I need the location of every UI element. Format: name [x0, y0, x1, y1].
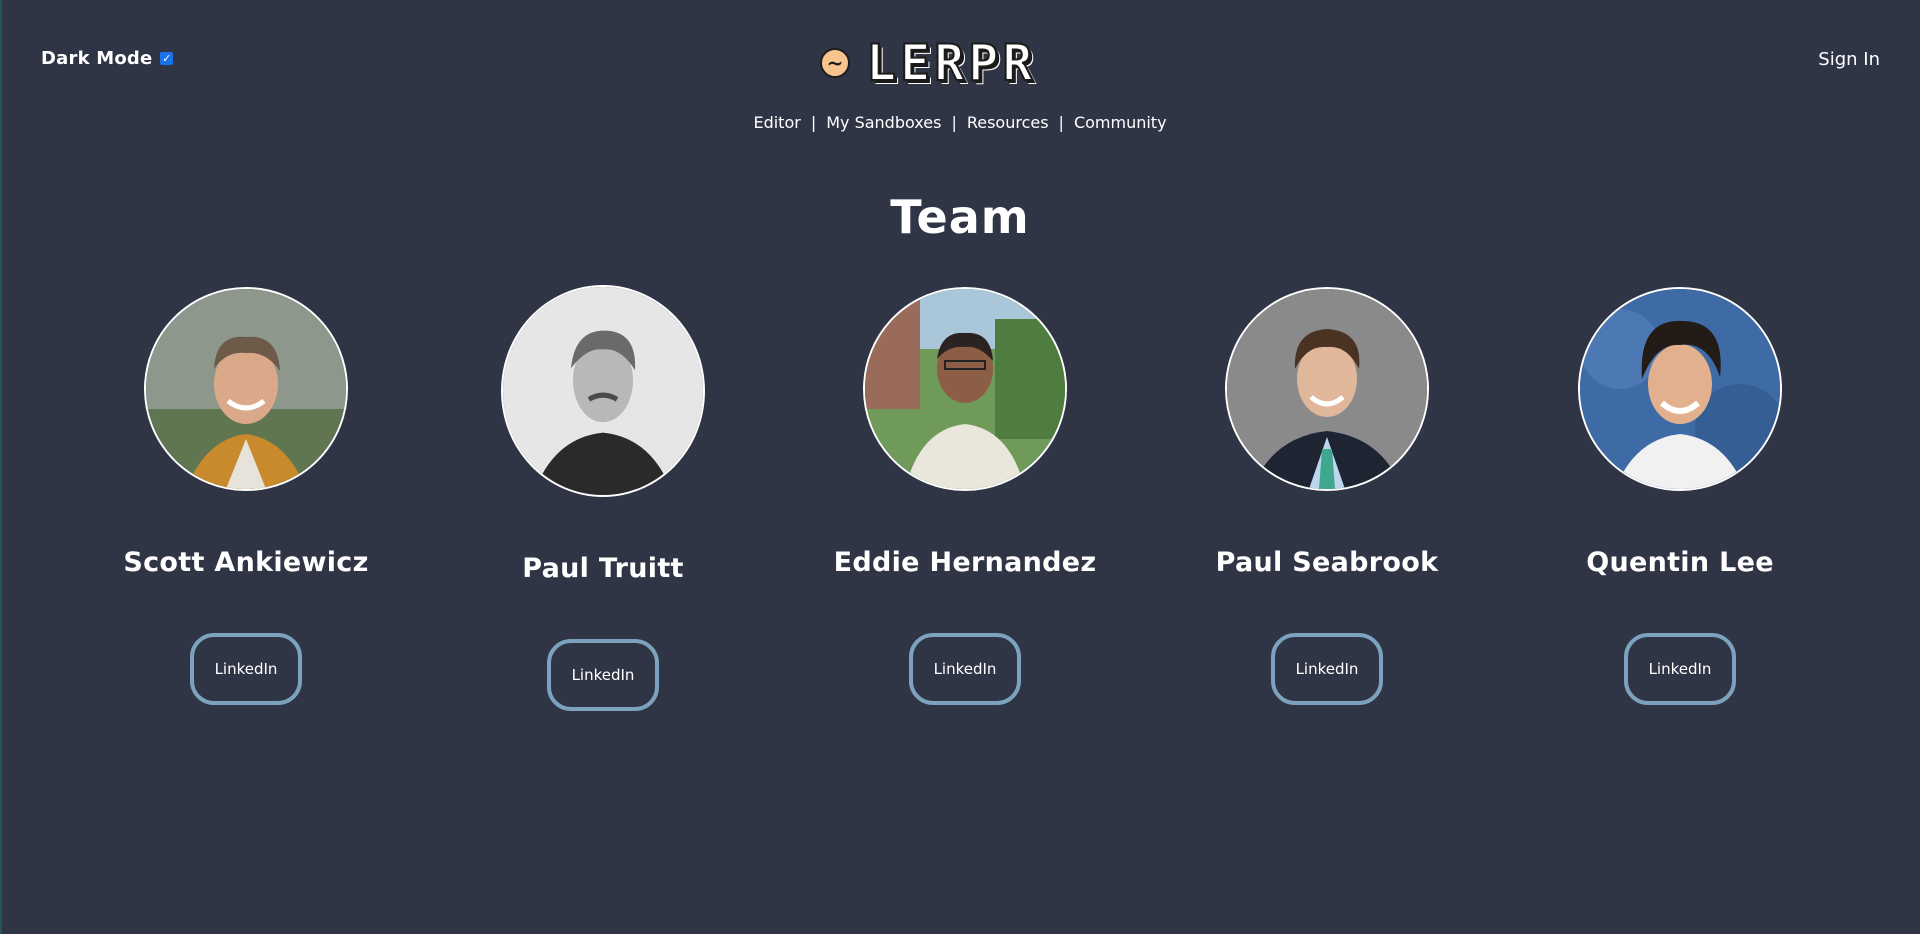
team-member-card: Paul Truitt LinkedIn	[433, 285, 773, 711]
nav-community[interactable]: Community	[1074, 113, 1167, 132]
nav-separator: |	[951, 113, 957, 132]
logo[interactable]: ~ LERPR	[820, 34, 1037, 92]
page-title: Team	[890, 190, 1030, 244]
member-name: Quentin Lee	[1586, 547, 1774, 578]
member-name: Scott Ankiewicz	[123, 547, 369, 578]
avatar	[1578, 287, 1782, 491]
logo-wave-icon: ~	[820, 48, 850, 78]
dark-mode-label: Dark Mode	[41, 48, 153, 69]
linkedin-button[interactable]: LinkedIn	[909, 633, 1021, 705]
nav-resources[interactable]: Resources	[967, 113, 1049, 132]
page-edge	[0, 0, 2, 934]
avatar	[863, 287, 1067, 491]
linkedin-button[interactable]: LinkedIn	[1271, 633, 1383, 705]
avatar	[501, 285, 705, 497]
team-member-card: Paul Seabrook LinkedIn	[1157, 287, 1497, 705]
nav-editor[interactable]: Editor	[753, 113, 800, 132]
main-nav: Editor | My Sandboxes | Resources | Comm…	[0, 113, 1920, 132]
team-member-card: Eddie Hernandez LinkedIn	[795, 287, 1135, 705]
team-member-card: Scott Ankiewicz LinkedIn	[76, 287, 416, 705]
member-name: Paul Truitt	[522, 553, 684, 584]
linkedin-button[interactable]: LinkedIn	[190, 633, 302, 705]
nav-separator: |	[810, 113, 817, 132]
dark-mode-checkbox[interactable]: ✓	[160, 52, 174, 65]
nav-separator: |	[1058, 113, 1064, 132]
sign-in-link[interactable]: Sign In	[1818, 49, 1880, 70]
avatar	[144, 287, 348, 491]
team-member-card: Quentin Lee LinkedIn	[1510, 287, 1850, 705]
logo-text: LERPR	[865, 34, 1037, 92]
member-name: Paul Seabrook	[1215, 547, 1439, 578]
dark-mode-toggle[interactable]: Dark Mode ✓	[41, 48, 174, 69]
nav-my-sandboxes[interactable]: My Sandboxes	[826, 113, 941, 132]
member-name: Eddie Hernandez	[833, 547, 1097, 578]
avatar	[1225, 287, 1429, 491]
linkedin-button[interactable]: LinkedIn	[547, 639, 659, 711]
linkedin-button[interactable]: LinkedIn	[1624, 633, 1736, 705]
